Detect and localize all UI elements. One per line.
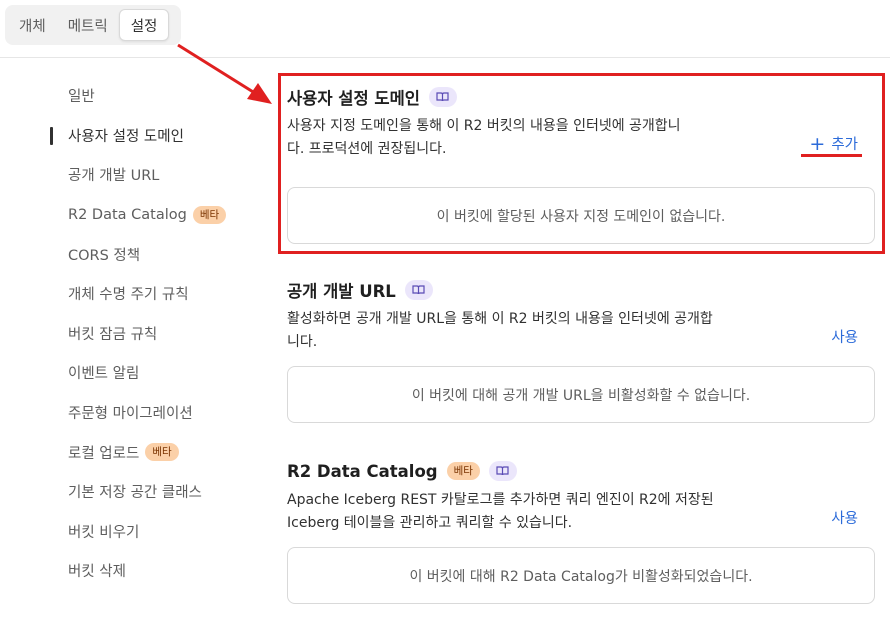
sidebar-item-lifecycle-rules[interactable]: 개체 수명 주기 규칙	[48, 274, 248, 314]
sidebar-item-label: 이벤트 알림	[68, 366, 140, 383]
sidebar-item-bucket-lock-rules[interactable]: 버킷 잠금 규칙	[48, 314, 248, 354]
section-title: 사용자 설정 도메인	[287, 89, 420, 108]
plus-icon: +	[809, 132, 826, 155]
sidebar-item-event-notifications[interactable]: 이벤트 알림	[48, 353, 248, 393]
tab-settings[interactable]: 설정	[118, 9, 170, 41]
tab-metrics[interactable]: 메트릭	[57, 9, 119, 41]
sidebar-item-label: 기본 저장 공간 클래스	[68, 485, 202, 502]
data-catalog-section: R2 Data Catalog 베타 Apache Iceberg REST 카…	[287, 459, 875, 604]
sidebar-item-label: 버킷 삭제	[68, 564, 126, 581]
sidebar-item-local-uploads[interactable]: 로컬 업로드 베타	[48, 432, 248, 472]
sidebar-item-label: 일반	[68, 89, 95, 106]
sidebar-item-label: CORS 정책	[68, 247, 141, 264]
sidebar-item-delete-bucket[interactable]: 버킷 삭제	[48, 551, 248, 591]
sidebar-item-label: 로컬 업로드	[68, 445, 140, 462]
book-icon[interactable]	[404, 280, 433, 300]
enable-dev-url-button[interactable]: 사용	[831, 326, 858, 347]
section-description: Apache Iceberg REST 카탈로그를 추가하면 쿼리 엔진이 R2…	[287, 492, 714, 531]
sidebar-item-public-dev-url[interactable]: 공개 개발 URL	[48, 155, 248, 195]
add-domain-button[interactable]: + 추가	[809, 133, 858, 154]
book-icon[interactable]	[428, 87, 457, 107]
empty-state-box: 이 버킷에 할당된 사용자 지정 도메인이 없습니다.	[287, 187, 875, 244]
enable-data-catalog-button[interactable]: 사용	[831, 507, 858, 528]
sidebar-item-general[interactable]: 일반	[48, 76, 248, 116]
sidebar-item-on-demand-migration[interactable]: 주문형 마이그레이션	[48, 393, 248, 433]
settings-sidebar: 일반 사용자 설정 도메인 공개 개발 URL R2 Data Catalog 베…	[48, 76, 248, 591]
tab-objects[interactable]: 개체	[8, 9, 57, 41]
sidebar-item-label: 버킷 비우기	[68, 524, 140, 541]
beta-badge: 베타	[192, 205, 227, 224]
empty-state-box: 이 버킷에 대해 공개 개발 URL을 비활성화할 수 없습니다.	[287, 366, 875, 423]
sidebar-item-label: 개체 수명 주기 규칙	[68, 287, 189, 304]
custom-domain-section: 사용자 설정 도메인 사용자 지정 도메인을 통해 이 R2 버킷의 내용을 인…	[287, 85, 875, 244]
sidebar-item-label: 사용자 설정 도메인	[68, 128, 184, 145]
beta-badge: 베타	[446, 462, 480, 480]
sidebar-item-label: 버킷 잠금 규칙	[68, 326, 158, 343]
section-title: 공개 개발 URL	[287, 282, 396, 301]
sidebar-item-r2-data-catalog[interactable]: R2 Data Catalog 베타	[48, 195, 248, 235]
sidebar-item-label: 공개 개발 URL	[68, 168, 160, 185]
sidebar-item-label: 주문형 마이그레이션	[68, 406, 193, 423]
section-description: 사용자 지정 도메인을 통해 이 R2 버킷의 내용을 인터넷에 공개합니 다.…	[287, 118, 681, 157]
public-dev-url-section: 공개 개발 URL 활성화하면 공개 개발 URL을 통해 이 R2 버킷의 내…	[287, 278, 875, 423]
sidebar-item-cors-policy[interactable]: CORS 정책	[48, 234, 248, 274]
tab-bar: 개체 메트릭 설정	[5, 5, 181, 45]
beta-badge: 베타	[145, 443, 179, 462]
section-title: R2 Data Catalog	[287, 461, 438, 481]
sidebar-item-empty-bucket[interactable]: 버킷 비우기	[48, 512, 248, 552]
sidebar-item-label: R2 Data Catalog	[68, 206, 187, 223]
section-description: 활성화하면 공개 개발 URL을 통해 이 R2 버킷의 내용을 인터넷에 공개…	[287, 311, 713, 350]
sidebar-item-default-storage-class[interactable]: 기본 저장 공간 클래스	[48, 472, 248, 512]
add-domain-label: 추가	[831, 137, 858, 153]
sidebar-item-custom-domain[interactable]: 사용자 설정 도메인	[48, 116, 248, 156]
empty-state-box: 이 버킷에 대해 R2 Data Catalog가 비활성화되었습니다.	[287, 547, 875, 604]
book-icon[interactable]	[488, 461, 517, 481]
header-divider	[0, 57, 890, 58]
